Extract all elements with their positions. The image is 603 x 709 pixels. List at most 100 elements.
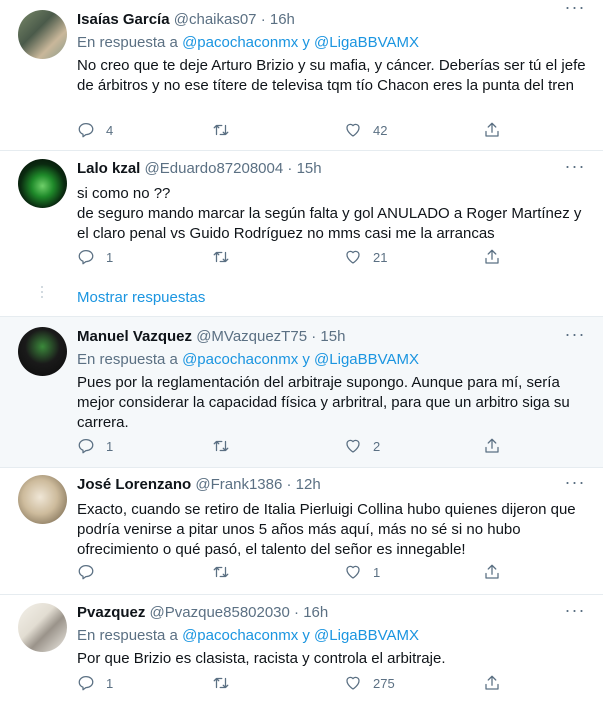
avatar[interactable]: [18, 475, 67, 524]
tweet[interactable]: Isaías García @chaikas07 · 16h En respue…: [0, 0, 603, 150]
mention-link[interactable]: @pacochaconmx: [182, 351, 298, 368]
retweet-icon: [213, 566, 229, 578]
reply-and: y: [302, 627, 310, 644]
tweet-header: Manuel Vazquez @MVazquezT75 · 15h: [77, 327, 587, 347]
reply-icon: [78, 122, 94, 138]
share-icon: [485, 249, 499, 264]
like-button[interactable]: 21: [344, 247, 387, 267]
separator-dot: ·: [286, 476, 292, 493]
reply-icon: [78, 675, 94, 691]
thread-continuation-dots: [41, 286, 44, 301]
tweet-text-line: de seguro mando marcar la según falta y …: [77, 205, 582, 242]
retweet-icon: [213, 440, 229, 452]
tweet[interactable]: Manuel Vazquez @MVazquezT75 · 15h En res…: [0, 317, 603, 467]
retweet-button[interactable]: [212, 673, 241, 693]
mention-link[interactable]: @pacochaconmx: [182, 627, 298, 644]
timestamp[interactable]: 16h: [270, 11, 295, 28]
reply-prefix: En respuesta a: [77, 627, 178, 644]
share-icon: [485, 564, 499, 579]
like-icon: [346, 676, 360, 690]
separator-dot: ·: [287, 160, 293, 177]
author-handle[interactable]: @Pvazque85802030: [150, 604, 290, 621]
reply-count: 1: [106, 675, 114, 691]
like-icon: [346, 565, 360, 579]
reply-icon: [78, 564, 94, 580]
tweet-text: Por que Brizio es clasista, racista y co…: [77, 650, 446, 667]
mention-link[interactable]: @pacochaconmx: [182, 34, 298, 51]
share-button[interactable]: [483, 562, 501, 582]
share-icon: [485, 438, 499, 453]
tweet-header: Isaías García @chaikas07 · 16h: [77, 10, 587, 30]
reply-button[interactable]: 4: [77, 120, 113, 140]
share-button[interactable]: [483, 247, 501, 267]
reply-icon: [78, 438, 94, 454]
timestamp[interactable]: 16h: [303, 604, 328, 621]
author-handle[interactable]: @MVazquezT75: [196, 328, 307, 345]
tweet-actions: 1: [77, 562, 507, 582]
reply-count: 1: [106, 438, 114, 454]
like-icon: [346, 250, 360, 264]
tweet[interactable]: Lalo kzal @Eduardo87208004 · 15h si como…: [0, 151, 603, 281]
tweet-text: Exacto, cuando se retiro de Italia Pierl…: [77, 501, 576, 558]
show-replies-link[interactable]: Mostrar respuestas: [77, 288, 205, 308]
more-icon[interactable]: ···: [563, 157, 587, 179]
author-name[interactable]: Lalo kzal: [77, 160, 140, 177]
timestamp[interactable]: 15h: [297, 160, 322, 177]
like-button[interactable]: 275: [344, 673, 395, 693]
author-handle[interactable]: @Eduardo87208004: [145, 160, 284, 177]
reply-button[interactable]: [77, 562, 106, 582]
reply-button[interactable]: 1: [77, 673, 113, 693]
like-icon: [346, 439, 360, 453]
retweet-button[interactable]: [212, 562, 241, 582]
retweet-icon: [213, 677, 229, 689]
reply-context: En respuesta a @pacochaconmx y @LigaBBVA…: [77, 33, 587, 53]
author-name[interactable]: José Lorenzano: [77, 476, 191, 493]
tweet[interactable]: Pvazquez @Pvazque85802030 · 16h En respu…: [0, 595, 603, 709]
mention-link[interactable]: @LigaBBVAMX: [314, 351, 419, 368]
more-icon[interactable]: ···: [563, 325, 587, 347]
author-handle[interactable]: @Frank1386: [195, 476, 282, 493]
like-count: 2: [373, 438, 381, 454]
timestamp[interactable]: 12h: [296, 476, 321, 493]
share-button[interactable]: [483, 436, 501, 456]
reply-icon: [78, 249, 94, 265]
avatar[interactable]: [18, 327, 67, 376]
mention-link[interactable]: @LigaBBVAMX: [314, 627, 419, 644]
separator-dot: ·: [311, 328, 317, 345]
author-name[interactable]: Manuel Vazquez: [77, 328, 192, 345]
share-icon: [485, 122, 499, 137]
reply-prefix: En respuesta a: [77, 351, 178, 368]
share-button[interactable]: [483, 120, 501, 140]
retweet-button[interactable]: [212, 436, 241, 456]
tweet-text-line: si como no ??: [77, 185, 171, 202]
reply-button[interactable]: 1: [77, 247, 113, 267]
more-icon[interactable]: ···: [563, 601, 587, 623]
tweet-text: No creo que te deje Arturo Brizio y su m…: [77, 57, 586, 94]
author-handle[interactable]: @chaikas07: [174, 11, 257, 28]
retweet-button[interactable]: [212, 247, 241, 267]
like-icon: [346, 123, 360, 137]
reply-prefix: En respuesta a: [77, 34, 178, 51]
like-button[interactable]: 42: [344, 120, 387, 140]
avatar[interactable]: [18, 10, 67, 59]
like-button[interactable]: 2: [344, 436, 380, 456]
mention-link[interactable]: @LigaBBVAMX: [314, 34, 419, 51]
retweet-button[interactable]: [212, 120, 241, 140]
author-name[interactable]: Isaías García: [77, 11, 170, 28]
more-icon[interactable]: ···: [563, 0, 587, 20]
like-button[interactable]: 1: [344, 562, 380, 582]
like-count: 275: [373, 675, 395, 691]
separator-dot: ·: [294, 604, 300, 621]
retweet-icon: [213, 124, 229, 136]
avatar[interactable]: [18, 159, 67, 208]
tweet-actions: 4 42: [77, 120, 507, 140]
share-button[interactable]: [483, 673, 501, 693]
timestamp[interactable]: 15h: [320, 328, 345, 345]
tweet[interactable]: José Lorenzano @Frank1386 · 12h Exacto, …: [0, 468, 603, 596]
tweet-actions: 1 275: [77, 673, 507, 693]
share-icon: [485, 675, 499, 690]
author-name[interactable]: Pvazquez: [77, 604, 145, 621]
more-icon[interactable]: ···: [563, 473, 587, 495]
avatar[interactable]: [18, 603, 67, 652]
reply-button[interactable]: 1: [77, 436, 113, 456]
